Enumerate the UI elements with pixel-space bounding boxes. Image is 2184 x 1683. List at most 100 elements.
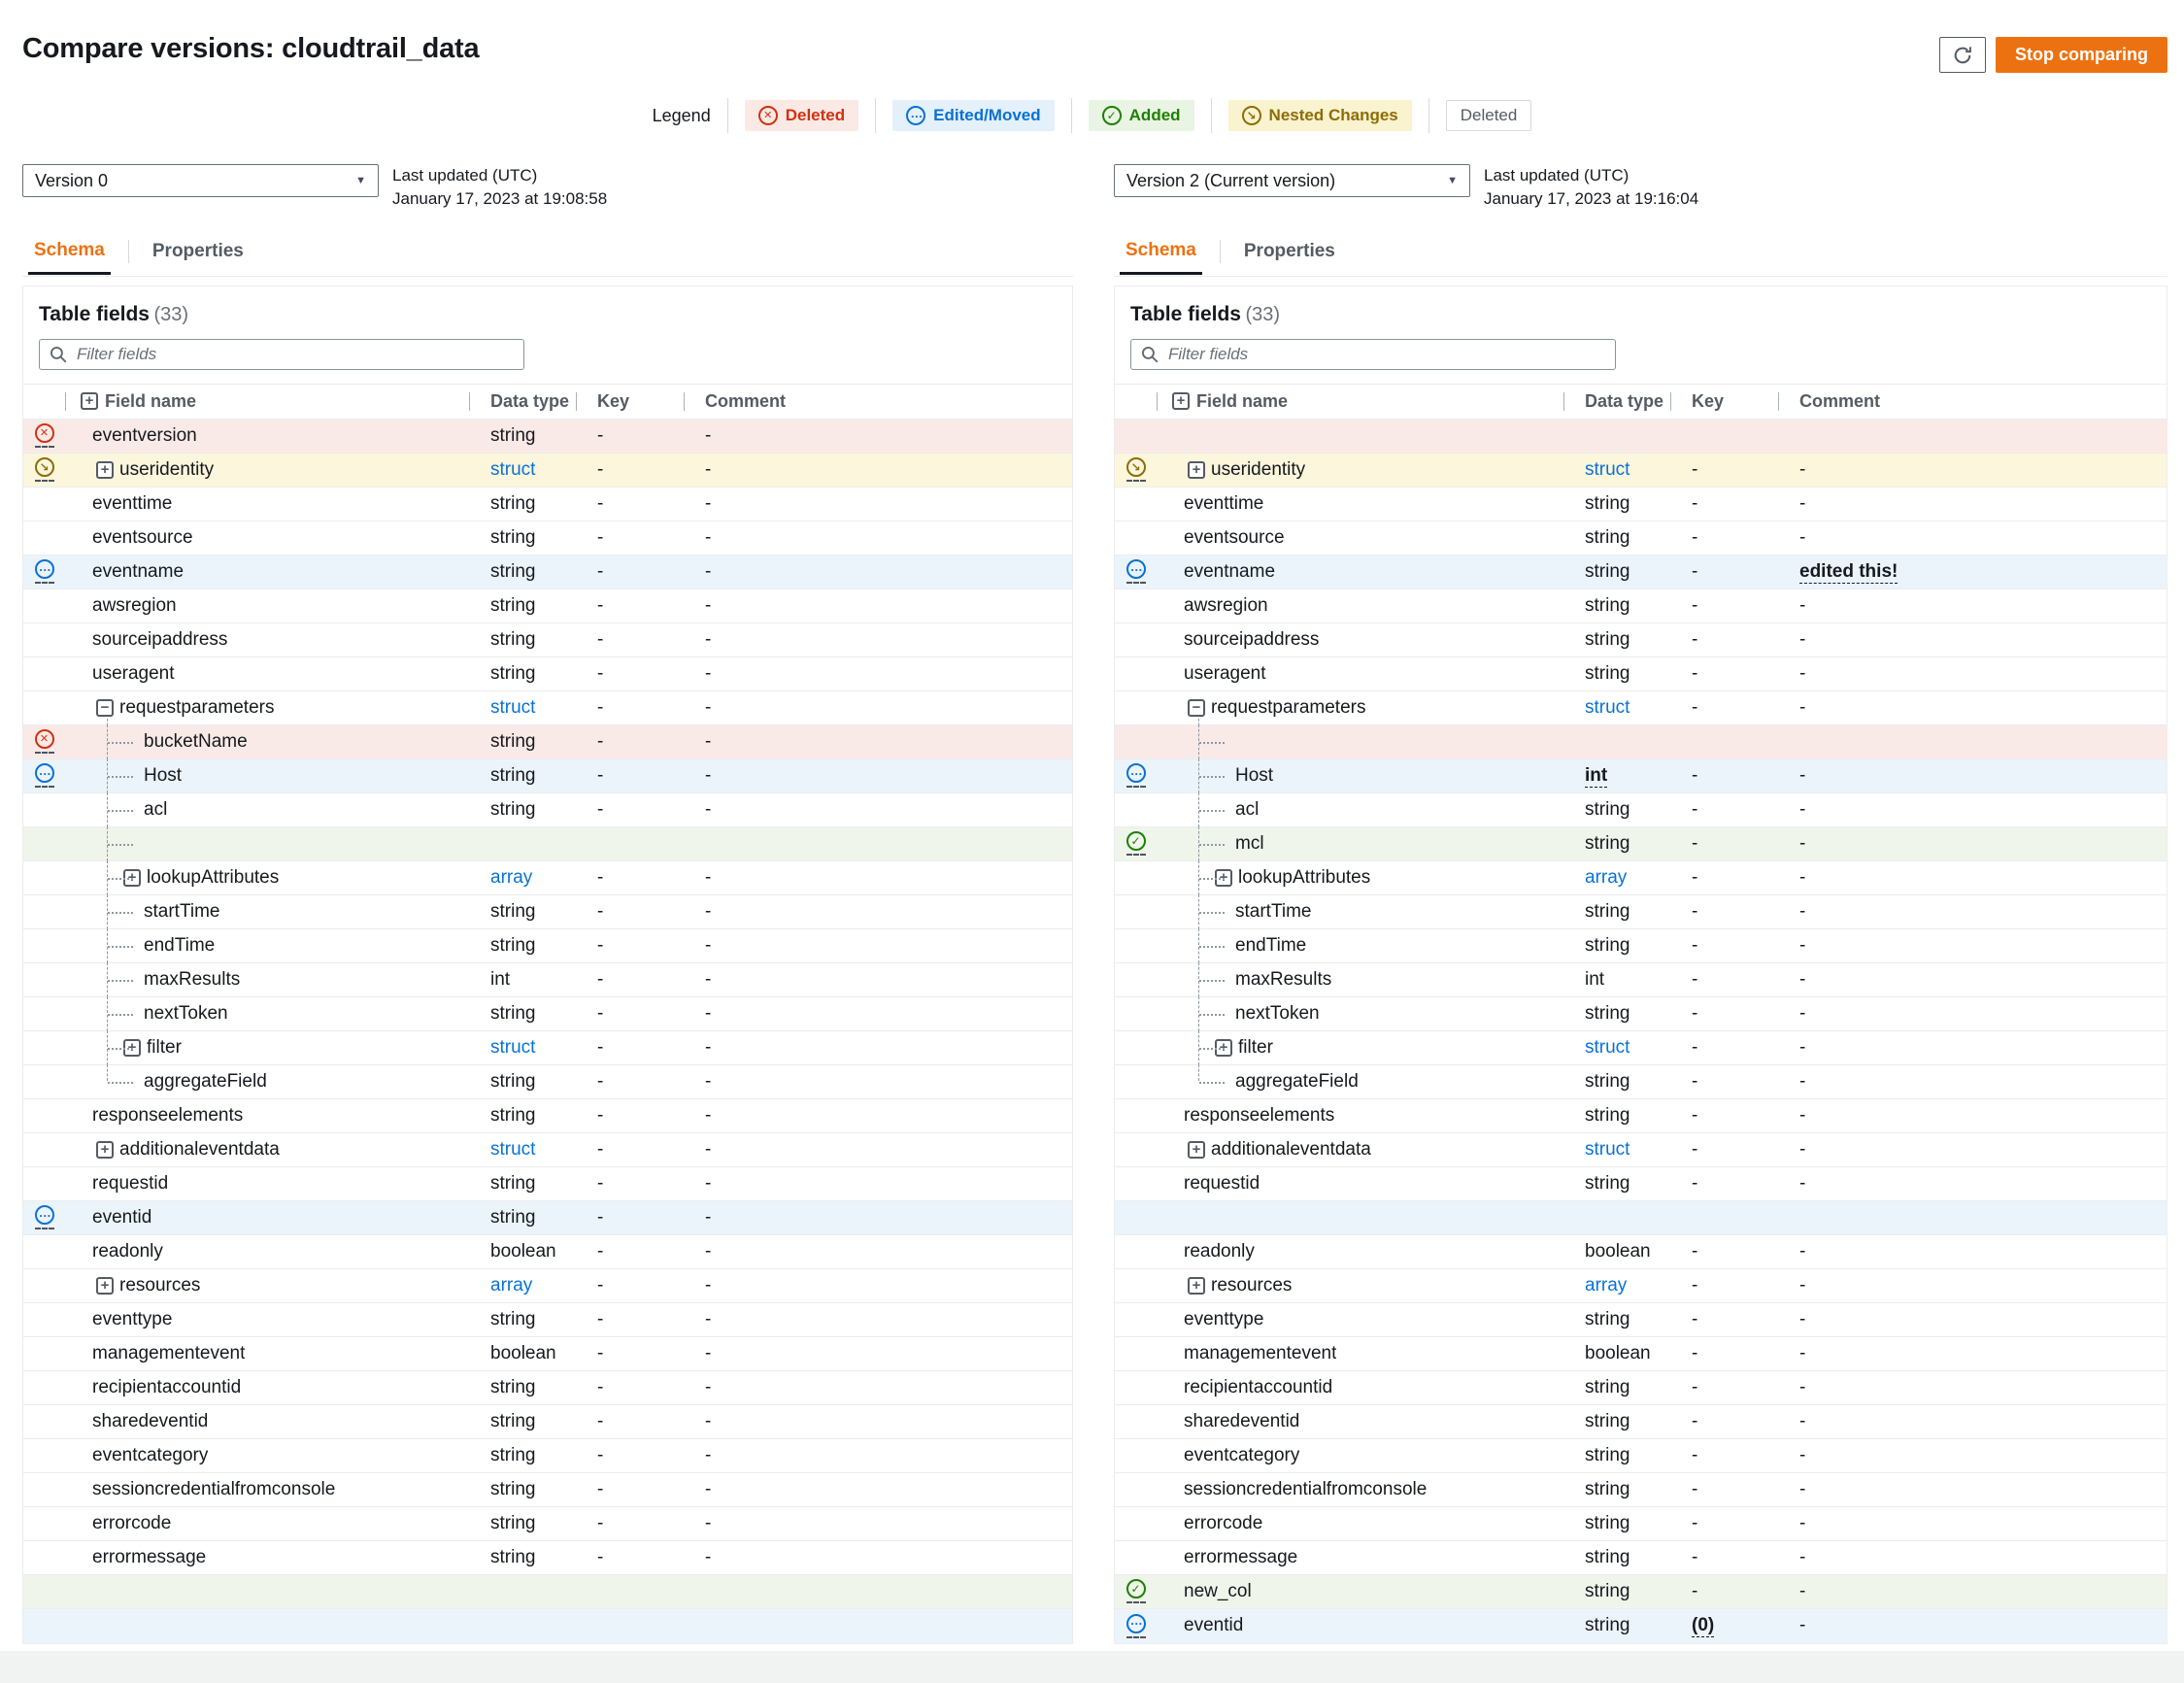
- tab-schema[interactable]: Schema: [28, 240, 111, 276]
- field-name: eventtime: [1184, 492, 1264, 514]
- field-name: readonly: [1184, 1240, 1255, 1262]
- comment-cell: -: [684, 969, 1072, 991]
- data-type-cell: string: [1563, 663, 1670, 685]
- table-row: … Host string - -: [23, 757, 1072, 793]
- data-type-value: boolean: [1585, 1342, 1651, 1363]
- expand-icon[interactable]: +: [1188, 1140, 1205, 1159]
- key-cell: -: [1670, 1241, 1778, 1262]
- table-row: sharedeventid string - -: [1115, 1405, 2167, 1439]
- data-type-value[interactable]: array: [490, 867, 532, 888]
- added-status-icon[interactable]: ✓: [1126, 831, 1146, 857]
- field-name: eventsource: [1184, 526, 1285, 548]
- field-name-cell: + resources: [1157, 1269, 1563, 1302]
- expand-all-icon[interactable]: +: [1172, 392, 1190, 411]
- data-type-cell: string: [469, 901, 576, 923]
- data-type-value[interactable]: struct: [1585, 697, 1630, 718]
- expand-icon[interactable]: +: [96, 1140, 114, 1159]
- comment-cell: -: [684, 731, 1072, 753]
- key-cell: -: [1670, 799, 1778, 821]
- comment-cell: -: [1778, 765, 2167, 787]
- key-cell: -: [576, 1445, 684, 1466]
- field-name: useragent: [1184, 662, 1266, 684]
- comment-value: -: [705, 1342, 712, 1363]
- filter-fields-input[interactable]: [39, 338, 524, 370]
- comment-value: -: [1799, 1546, 1806, 1567]
- data-type-cell: string: [1563, 1479, 1670, 1500]
- data-type-cell: string: [1563, 493, 1670, 515]
- expand-all-icon[interactable]: +: [81, 392, 98, 411]
- refresh-button[interactable]: [1938, 37, 1986, 73]
- comment-cell: -: [1778, 901, 2167, 923]
- data-type-value[interactable]: struct: [490, 697, 535, 718]
- field-name-cell: + lookupAttributes: [65, 859, 469, 895]
- key-cell: -: [1670, 1037, 1778, 1059]
- field-name-cell: acl: [1157, 791, 1563, 827]
- tab-properties[interactable]: Properties: [1238, 241, 1341, 273]
- field-name-cell: + additionaleventdata: [65, 1133, 469, 1166]
- comment-cell: -: [684, 1377, 1072, 1398]
- filter-fields-input[interactable]: [1130, 338, 1616, 370]
- table-row: + filter struct - -: [23, 1029, 1072, 1065]
- expand-icon[interactable]: +: [96, 460, 114, 479]
- data-type-value[interactable]: array: [1585, 867, 1627, 888]
- edited-status-icon[interactable]: …: [34, 559, 54, 585]
- data-type-value[interactable]: struct: [490, 1037, 535, 1058]
- data-type-value[interactable]: struct: [1585, 1037, 1630, 1058]
- left-filter: [39, 338, 524, 370]
- key-cell: -: [576, 595, 684, 617]
- field-name: maxResults: [144, 968, 241, 990]
- data-type-value[interactable]: struct: [490, 459, 535, 480]
- edited-status-icon[interactable]: …: [1126, 1613, 1146, 1638]
- comment-cell: -: [1778, 1003, 2167, 1025]
- edited-status-icon[interactable]: …: [1126, 763, 1146, 789]
- tab-properties[interactable]: Properties: [147, 241, 250, 273]
- field-name-cell: errormessage: [65, 1541, 469, 1574]
- field-name-cell: errormessage: [1157, 1541, 1563, 1574]
- collapse-icon[interactable]: −: [96, 698, 114, 717]
- data-type-value: string: [1585, 492, 1630, 514]
- expand-icon[interactable]: +: [1188, 460, 1205, 479]
- nested-status-icon[interactable]: ↘: [34, 457, 54, 483]
- expand-icon[interactable]: +: [96, 1276, 114, 1295]
- nested-status-icon[interactable]: ↘: [1126, 457, 1146, 483]
- table-row: − requestparameters struct - -: [23, 691, 1072, 725]
- collapse-icon[interactable]: −: [1188, 698, 1205, 717]
- field-name: eventsource: [92, 526, 193, 548]
- comment-value: -: [705, 424, 712, 446]
- comment-cell: -: [1778, 1309, 2167, 1330]
- data-type-value[interactable]: struct: [1585, 1139, 1630, 1160]
- left-version-select[interactable]: Version 0 ▼: [22, 164, 379, 197]
- data-type-value[interactable]: struct: [1585, 459, 1630, 480]
- deleted-status-icon[interactable]: ✕: [34, 729, 54, 755]
- field-name: eventtype: [1184, 1308, 1264, 1330]
- top-bar: Compare versions: cloudtrail_data Stop c…: [0, 0, 2184, 73]
- data-type-value[interactable]: array: [490, 1275, 532, 1296]
- comment-cell: -: [1778, 867, 2167, 889]
- data-type-cell: string: [469, 731, 576, 753]
- table-row: sourceipaddress string - -: [1115, 623, 2167, 657]
- data-type-value[interactable]: array: [1585, 1275, 1627, 1296]
- data-type-value[interactable]: struct: [490, 1139, 535, 1160]
- field-name: resources: [1211, 1274, 1293, 1296]
- field-name: acl: [144, 798, 168, 820]
- field-name: startTime: [1235, 900, 1312, 922]
- comment-cell: -: [1778, 969, 2167, 991]
- right-version-select[interactable]: Version 2 (Current version) ▼: [1114, 164, 1470, 197]
- data-type-cell: string: [469, 935, 576, 957]
- data-type-value: string: [490, 1172, 536, 1194]
- table-row: + resources array - -: [1115, 1269, 2167, 1303]
- data-type-value: string: [1585, 1444, 1630, 1465]
- edited-status-icon[interactable]: …: [34, 1205, 54, 1230]
- stop-comparing-button[interactable]: Stop comparing: [1995, 37, 2167, 73]
- added-status-icon[interactable]: ✓: [1126, 1579, 1146, 1604]
- expand-icon[interactable]: +: [1188, 1276, 1205, 1295]
- key-cell: -: [576, 1241, 684, 1262]
- tab-schema[interactable]: Schema: [1120, 240, 1202, 276]
- comment-value: -: [1799, 1104, 1806, 1126]
- field-name-cell: aggregateField: [65, 1063, 469, 1098]
- data-type-value: string: [490, 798, 536, 820]
- edited-status-icon[interactable]: …: [1126, 559, 1146, 585]
- edited-status-icon[interactable]: …: [34, 763, 54, 789]
- deleted-status-icon[interactable]: ✕: [34, 423, 54, 449]
- table-row: + additionaleventdata struct - -: [23, 1133, 1072, 1167]
